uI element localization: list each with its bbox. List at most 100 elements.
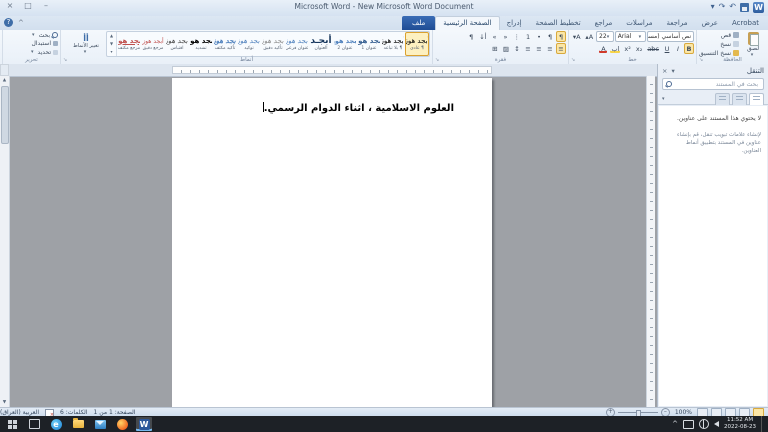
justify-button[interactable]: ≡ — [523, 43, 533, 54]
save-icon[interactable] — [740, 3, 749, 12]
search-icon[interactable] — [666, 81, 672, 87]
collapse-ribbon-icon[interactable]: ^ — [18, 19, 24, 27]
tab-references[interactable]: مراجع — [588, 16, 620, 30]
style-title[interactable]: أبجـد العنوان — [309, 32, 333, 56]
style-strong[interactable]: أبجد هوز تشديد — [189, 32, 213, 56]
show-marks-button[interactable]: ¶ — [466, 31, 476, 42]
shading-button[interactable]: ▨ — [501, 43, 511, 54]
font-dialog-launcher-icon[interactable]: ↘ — [571, 57, 575, 64]
scroll-up-icon[interactable]: ▲ — [0, 76, 9, 85]
style-emphasis[interactable]: أبجد هوز توكيد — [237, 32, 261, 56]
zoom-level[interactable]: 100% — [675, 409, 692, 416]
style-heading1[interactable]: أبجد هوز عنوان 1 — [357, 32, 381, 56]
browse-headings-tab[interactable] — [749, 93, 764, 105]
firefox-button[interactable] — [114, 417, 130, 431]
bullets-button[interactable]: • — [534, 31, 544, 42]
tab-mailings[interactable]: مراسلات — [619, 16, 659, 30]
task-view-button[interactable] — [26, 417, 42, 431]
style-no-spacing[interactable]: أبجد هوز ¶ بلا تباعد — [381, 32, 405, 56]
page-indicator[interactable]: الصفحة: 1 من 1 — [94, 409, 136, 416]
tab-review[interactable]: مراجعة — [659, 16, 694, 30]
word-count[interactable]: الكلمات: 6 — [60, 409, 88, 416]
tab-file[interactable]: ملف — [402, 16, 435, 30]
vertical-scrollbar[interactable]: ▲ ▼ — [0, 76, 10, 407]
display-icon[interactable] — [683, 420, 694, 429]
style-intense-reference[interactable]: أبجد هوز مرجع مكثف — [117, 32, 141, 56]
style-heading2[interactable]: أبجد هوز عنوان 2 — [333, 32, 357, 56]
undo-icon[interactable]: ↶ — [729, 1, 736, 13]
strikethrough-button[interactable]: abc — [645, 43, 661, 54]
pane-dropdown-icon[interactable]: ▾ — [671, 67, 674, 75]
find-button[interactable]: بحث ▾ — [5, 31, 58, 40]
align-left-button[interactable]: ≡ — [534, 43, 544, 54]
start-button[interactable] — [4, 417, 20, 431]
format-painter-button[interactable]: نسخ التنسيق — [699, 49, 739, 57]
copy-button[interactable]: نسخ — [699, 40, 739, 48]
zoom-slider[interactable] — [618, 412, 658, 413]
paragraph-dialog-launcher-icon[interactable]: ↘ — [435, 57, 439, 64]
vertical-ruler[interactable] — [646, 76, 655, 407]
document-text[interactable]: العلوم الاسلامية ، اثناء الدوام الرسمي. — [172, 102, 492, 115]
line-spacing-button[interactable]: ↕ — [512, 43, 522, 54]
style-intense-emphasis[interactable]: أبجد هوز تأكيد مكثف — [213, 32, 237, 56]
font-color-button[interactable]: A — [598, 43, 608, 54]
multilevel-list-button[interactable]: ⋮ — [512, 31, 523, 42]
tray-expand-icon[interactable]: ^ — [672, 419, 678, 429]
style-subtle-reference[interactable]: أبجد هوز مرجع دقيق — [141, 32, 165, 56]
horizontal-ruler[interactable] — [0, 64, 657, 77]
replace-button[interactable]: استبدال — [5, 40, 58, 49]
browse-results-tab[interactable] — [715, 93, 730, 105]
tab-page-layout[interactable]: تخطيط الصفحة — [529, 16, 588, 30]
mail-button[interactable] — [92, 417, 108, 431]
superscript-button[interactable]: x² — [622, 43, 632, 54]
increase-indent-button[interactable]: » — [490, 31, 500, 42]
scroll-down-icon[interactable]: ▼ — [0, 398, 9, 407]
cut-button[interactable]: قص — [699, 31, 739, 39]
tabs-dropdown-icon[interactable]: ▾ — [662, 96, 665, 102]
styles-dialog-launcher-icon[interactable]: ↘ — [63, 57, 67, 64]
font-name-select[interactable]: Arial ▾ — [615, 31, 646, 42]
style-subtle-emphasis[interactable]: أبجد هوز تأكيد دقيق — [261, 32, 285, 56]
borders-button[interactable]: ⊞ — [490, 43, 500, 54]
redo-icon[interactable]: ↷ — [719, 1, 726, 13]
rtl-direction-button[interactable]: ¶ — [556, 31, 566, 42]
italic-button[interactable]: I — [673, 43, 683, 54]
show-desktop-button[interactable] — [761, 416, 766, 432]
ruler-toggle-button[interactable] — [0, 64, 9, 76]
bold-button[interactable]: B — [684, 43, 694, 54]
shrink-font-button[interactable]: A▾ — [571, 31, 583, 42]
paste-button[interactable]: لصق ▾ — [740, 31, 766, 59]
tab-view[interactable]: عرض — [694, 16, 725, 30]
volume-icon[interactable] — [714, 421, 719, 427]
pane-close-icon[interactable]: × — [662, 67, 667, 75]
change-styles-button[interactable]: أأ تغيير الأنماط ▾ — [67, 31, 105, 57]
tab-home[interactable]: الصفحة الرئيسية — [435, 16, 499, 30]
help-icon[interactable]: ? — [4, 18, 13, 27]
style-quote[interactable]: أبجد هوز اقتباس — [165, 32, 189, 56]
style-subtitle[interactable]: أبجد هوز عنوان فرعي — [285, 32, 309, 56]
edge-button[interactable]: e — [48, 417, 64, 431]
subscript-button[interactable]: x₂ — [634, 43, 644, 54]
underline-button[interactable]: U — [662, 43, 672, 54]
qat-dropdown-icon[interactable]: ▾ — [711, 1, 715, 13]
ltr-direction-button[interactable]: ¶ — [545, 31, 555, 42]
align-center-button[interactable]: ≡ — [545, 43, 555, 54]
file-explorer-button[interactable] — [70, 417, 86, 431]
scrollbar-thumb[interactable] — [1, 86, 9, 144]
taskbar-clock[interactable]: 11:52 AM 2022-08-23 — [724, 417, 756, 431]
sort-button[interactable]: أ↓ — [477, 31, 488, 42]
word-taskbar-button[interactable]: W — [136, 417, 152, 431]
align-right-button[interactable]: ≡ — [556, 43, 566, 54]
style-normal[interactable]: أبجد هوز ¶ عادي — [405, 32, 429, 56]
gallery-scroll-up-icon[interactable]: ▲ — [107, 32, 116, 40]
network-icon[interactable] — [699, 419, 709, 429]
decrease-indent-button[interactable]: « — [501, 31, 511, 42]
language-indicator[interactable]: العربية (العراق) — [0, 409, 39, 416]
browse-pages-tab[interactable] — [732, 93, 747, 105]
document-page[interactable]: العلوم الاسلامية ، اثناء الدوام الرسمي. — [172, 78, 492, 407]
grow-font-button[interactable]: A▴ — [584, 31, 596, 42]
word-logo-icon[interactable]: W — [753, 2, 764, 13]
select-button[interactable]: تحديد ▾ — [5, 48, 58, 57]
font-size-select[interactable]: 22 ▾ — [596, 31, 614, 42]
gallery-scroll-down-icon[interactable]: ▼ — [107, 40, 116, 48]
